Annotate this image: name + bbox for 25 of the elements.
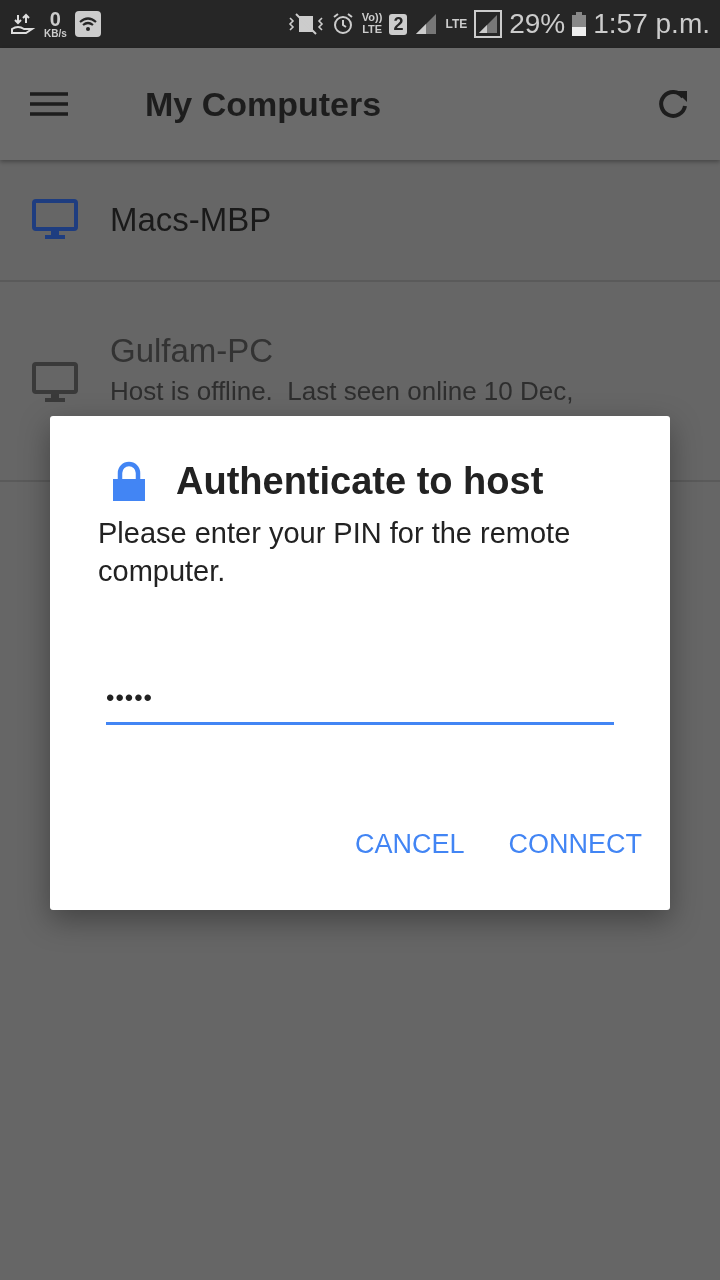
page-title: My Computers — [145, 84, 382, 124]
host-status: Host is offline. Last seen online 10 Dec, — [110, 376, 574, 407]
battery-icon — [572, 12, 587, 36]
dialog-message: Please enter your PIN for the remote computer. — [98, 516, 572, 589]
signal-icon — [474, 10, 503, 38]
download-icon — [10, 13, 36, 35]
pin-field[interactable]: ••••• — [106, 678, 614, 726]
menu-icon[interactable] — [30, 92, 68, 116]
dialog-button[interactable]: CANCEL — [342, 821, 477, 869]
wifi-icon — [74, 11, 101, 37]
vibrate-icon — [287, 12, 324, 36]
battery-percent: 29% — [509, 8, 566, 40]
refresh-icon[interactable] — [656, 87, 690, 121]
signal-icon — [414, 12, 439, 36]
speed-value: 0 — [49, 9, 61, 29]
clock: 1:57 p.m. — [593, 8, 710, 40]
lock-icon — [110, 460, 148, 503]
computer-item[interactable]: Macs-MBP — [0, 160, 720, 282]
lte-label: LTE — [362, 24, 383, 36]
network-label: LTE — [445, 17, 468, 31]
speed-unit: KB/s — [44, 29, 67, 39]
volte-label: Vo)) — [361, 12, 383, 24]
sim-badge: 2 — [389, 13, 408, 35]
computer-name: Macs-MBP — [110, 201, 272, 239]
dialog-button[interactable]: CONNECT — [496, 821, 654, 869]
